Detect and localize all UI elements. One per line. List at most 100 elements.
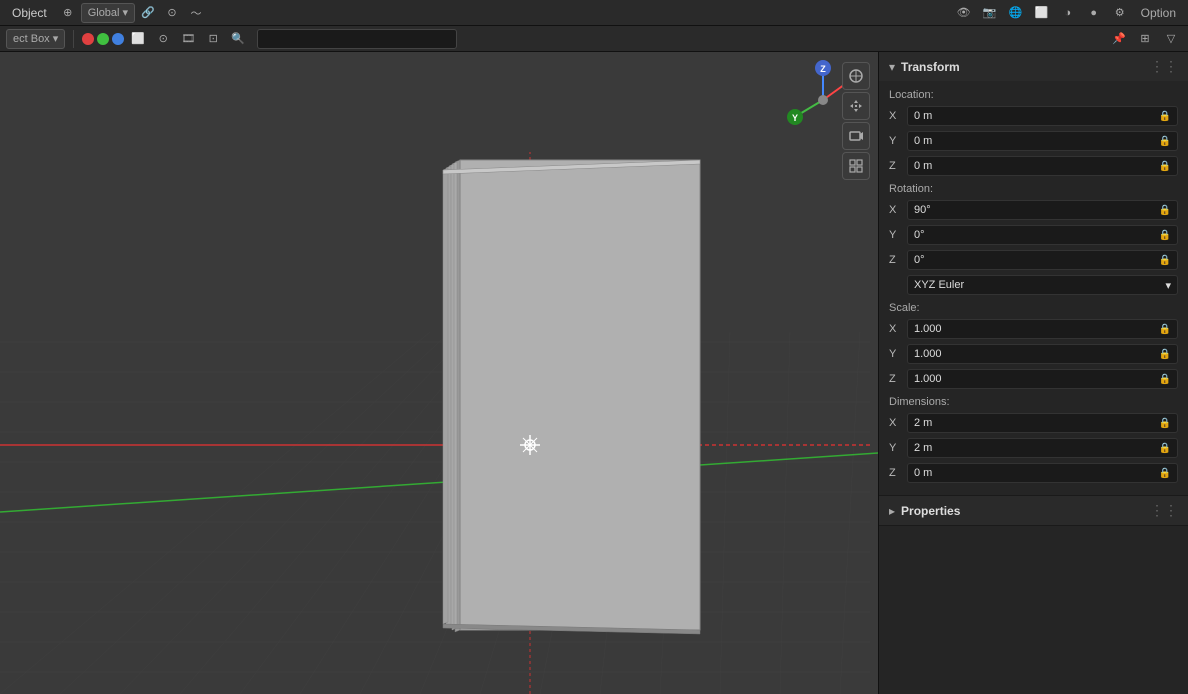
- svg-text:Y: Y: [792, 113, 798, 123]
- rotation-y-input[interactable]: 0° 🔒: [907, 225, 1178, 245]
- scale-y-lock[interactable]: 🔒: [1159, 349, 1171, 360]
- dimensions-z-input[interactable]: 0 m 🔒: [907, 463, 1178, 483]
- side-tools: [842, 62, 870, 180]
- cursor-icon: [848, 68, 864, 84]
- pin-icon[interactable]: 📌: [1108, 29, 1130, 49]
- transform-section: ▾ Transform ⋮⋮ Location: X 0 m 🔒 Y 0 m 🔒: [879, 52, 1188, 496]
- rotation-mode-dropdown[interactable]: XYZ Euler ▾: [907, 275, 1178, 295]
- location-x-lock[interactable]: 🔒: [1159, 111, 1171, 122]
- rotation-y-lock[interactable]: 🔒: [1159, 230, 1171, 241]
- scale-z-axis: Z: [889, 373, 907, 385]
- location-z-axis: Z: [889, 160, 907, 172]
- move-icon: [848, 98, 864, 114]
- wave-icon[interactable]: 〜: [185, 3, 207, 23]
- global-mode-btn[interactable]: Global ▾: [81, 3, 135, 23]
- select-chevron: ▾: [53, 32, 59, 45]
- grid-tool[interactable]: [842, 152, 870, 180]
- world-icon[interactable]: 🌐: [1005, 3, 1027, 23]
- dimensions-x-input[interactable]: 2 m 🔒: [907, 413, 1178, 433]
- global-label: Global: [88, 7, 120, 19]
- select-mode-btn[interactable]: ect Box ▾: [6, 29, 65, 49]
- transform-title: Transform: [901, 60, 960, 74]
- scale-x-row: X 1.000 🔒: [889, 318, 1178, 340]
- location-y-axis: Y: [889, 135, 907, 147]
- color-dot-green: [97, 33, 109, 45]
- transform-icon[interactable]: ⊕: [57, 3, 79, 23]
- scene-icon[interactable]: 👁: [953, 3, 975, 23]
- search-input[interactable]: [257, 29, 457, 49]
- transform-content: Location: X 0 m 🔒 Y 0 m 🔒 Z 0 m 🔒: [879, 81, 1188, 495]
- scale-z-lock[interactable]: 🔒: [1159, 374, 1171, 385]
- location-y-value: 0 m: [914, 135, 932, 147]
- camera-tool[interactable]: [842, 122, 870, 150]
- rotation-z-axis: Z: [889, 254, 907, 266]
- location-label: Location:: [889, 89, 1178, 101]
- viewport-icon4[interactable]: ⊡: [202, 29, 224, 49]
- dimensions-y-axis: Y: [889, 442, 907, 454]
- 3d-object-front: [460, 160, 700, 630]
- location-y-lock[interactable]: 🔒: [1159, 136, 1171, 147]
- transform-header[interactable]: ▾ Transform ⋮⋮: [879, 52, 1188, 81]
- dimensions-z-value: 0 m: [914, 467, 932, 479]
- dimensions-y-value: 2 m: [914, 442, 932, 454]
- dimensions-y-row: Y 2 m 🔒: [889, 437, 1178, 459]
- color-dot-red: [82, 33, 94, 45]
- select-mode-label: ect Box: [13, 33, 50, 45]
- scale-y-axis: Y: [889, 348, 907, 360]
- dimensions-z-axis: Z: [889, 467, 907, 479]
- rotation-z-input[interactable]: 0° 🔒: [907, 250, 1178, 270]
- proportional-icon[interactable]: ⊙: [161, 3, 183, 23]
- color-dot-blue: [112, 33, 124, 45]
- dimensions-x-value: 2 m: [914, 417, 932, 429]
- snap-icon[interactable]: 🔗: [137, 3, 159, 23]
- rotation-y-value: 0°: [914, 229, 925, 241]
- location-z-input[interactable]: 0 m 🔒: [907, 156, 1178, 176]
- cursor-tool[interactable]: [842, 62, 870, 90]
- rotation-y-axis: Y: [889, 229, 907, 241]
- grid-icon[interactable]: ⊞: [1134, 29, 1156, 49]
- scale-label: Scale:: [889, 302, 1178, 314]
- scale-x-lock[interactable]: 🔒: [1159, 324, 1171, 335]
- render-icon[interactable]: 📷: [979, 3, 1001, 23]
- viewport-icon1[interactable]: ⬜: [127, 29, 149, 49]
- location-y-input[interactable]: 0 m 🔒: [907, 131, 1178, 151]
- location-x-axis: X: [889, 110, 907, 122]
- viewport-icon2[interactable]: ⊙: [152, 29, 174, 49]
- settings-icon[interactable]: ⚙: [1109, 3, 1131, 23]
- rotation-x-lock[interactable]: 🔒: [1159, 205, 1171, 216]
- filter-icon[interactable]: ▽: [1160, 29, 1182, 49]
- viewport-toolbar: ect Box ▾ ⬜ ⊙ 🎞 ⊡ 🔍 📌 ⊞ ▽: [0, 26, 1188, 52]
- scale-x-input[interactable]: 1.000 🔒: [907, 319, 1178, 339]
- camera-icon: [848, 128, 864, 144]
- dimensions-x-lock[interactable]: 🔒: [1159, 418, 1171, 429]
- location-z-lock[interactable]: 🔒: [1159, 161, 1171, 172]
- properties-collapse-icon: ▸: [889, 504, 895, 518]
- properties-options-icon[interactable]: ⋮⋮: [1150, 502, 1178, 519]
- dimensions-z-lock[interactable]: 🔒: [1159, 468, 1171, 479]
- scale-y-row: Y 1.000 🔒: [889, 343, 1178, 365]
- mode-label[interactable]: Object: [6, 4, 53, 22]
- scale-z-input[interactable]: 1.000 🔒: [907, 369, 1178, 389]
- location-z-row: Z 0 m 🔒: [889, 155, 1178, 177]
- viewport-icon3[interactable]: 🎞: [177, 29, 199, 49]
- scale-z-row: Z 1.000 🔒: [889, 368, 1178, 390]
- shading1-icon[interactable]: ◑: [1057, 3, 1079, 23]
- shading2-icon[interactable]: ●: [1083, 3, 1105, 23]
- location-x-input[interactable]: 0 m 🔒: [907, 106, 1178, 126]
- dimensions-x-row: X 2 m 🔒: [889, 412, 1178, 434]
- rotation-z-lock[interactable]: 🔒: [1159, 255, 1171, 266]
- dimensions-y-input[interactable]: 2 m 🔒: [907, 438, 1178, 458]
- rotation-label: Rotation:: [889, 183, 1178, 195]
- rotation-x-input[interactable]: 90° 🔒: [907, 200, 1178, 220]
- transform-options-icon[interactable]: ⋮⋮: [1150, 58, 1178, 75]
- search-icon[interactable]: 🔍: [227, 29, 249, 49]
- properties-header[interactable]: ▸ Properties ⋮⋮: [879, 496, 1188, 525]
- dimensions-y-lock[interactable]: 🔒: [1159, 443, 1171, 454]
- properties-section: ▸ Properties ⋮⋮: [879, 496, 1188, 526]
- scale-y-input[interactable]: 1.000 🔒: [907, 344, 1178, 364]
- 3d-viewport[interactable]: [0, 52, 878, 694]
- options-label[interactable]: Option: [1135, 4, 1182, 22]
- display-icon[interactable]: ⬜: [1031, 3, 1053, 23]
- rotation-x-row: X 90° 🔒: [889, 199, 1178, 221]
- move-tool[interactable]: [842, 92, 870, 120]
